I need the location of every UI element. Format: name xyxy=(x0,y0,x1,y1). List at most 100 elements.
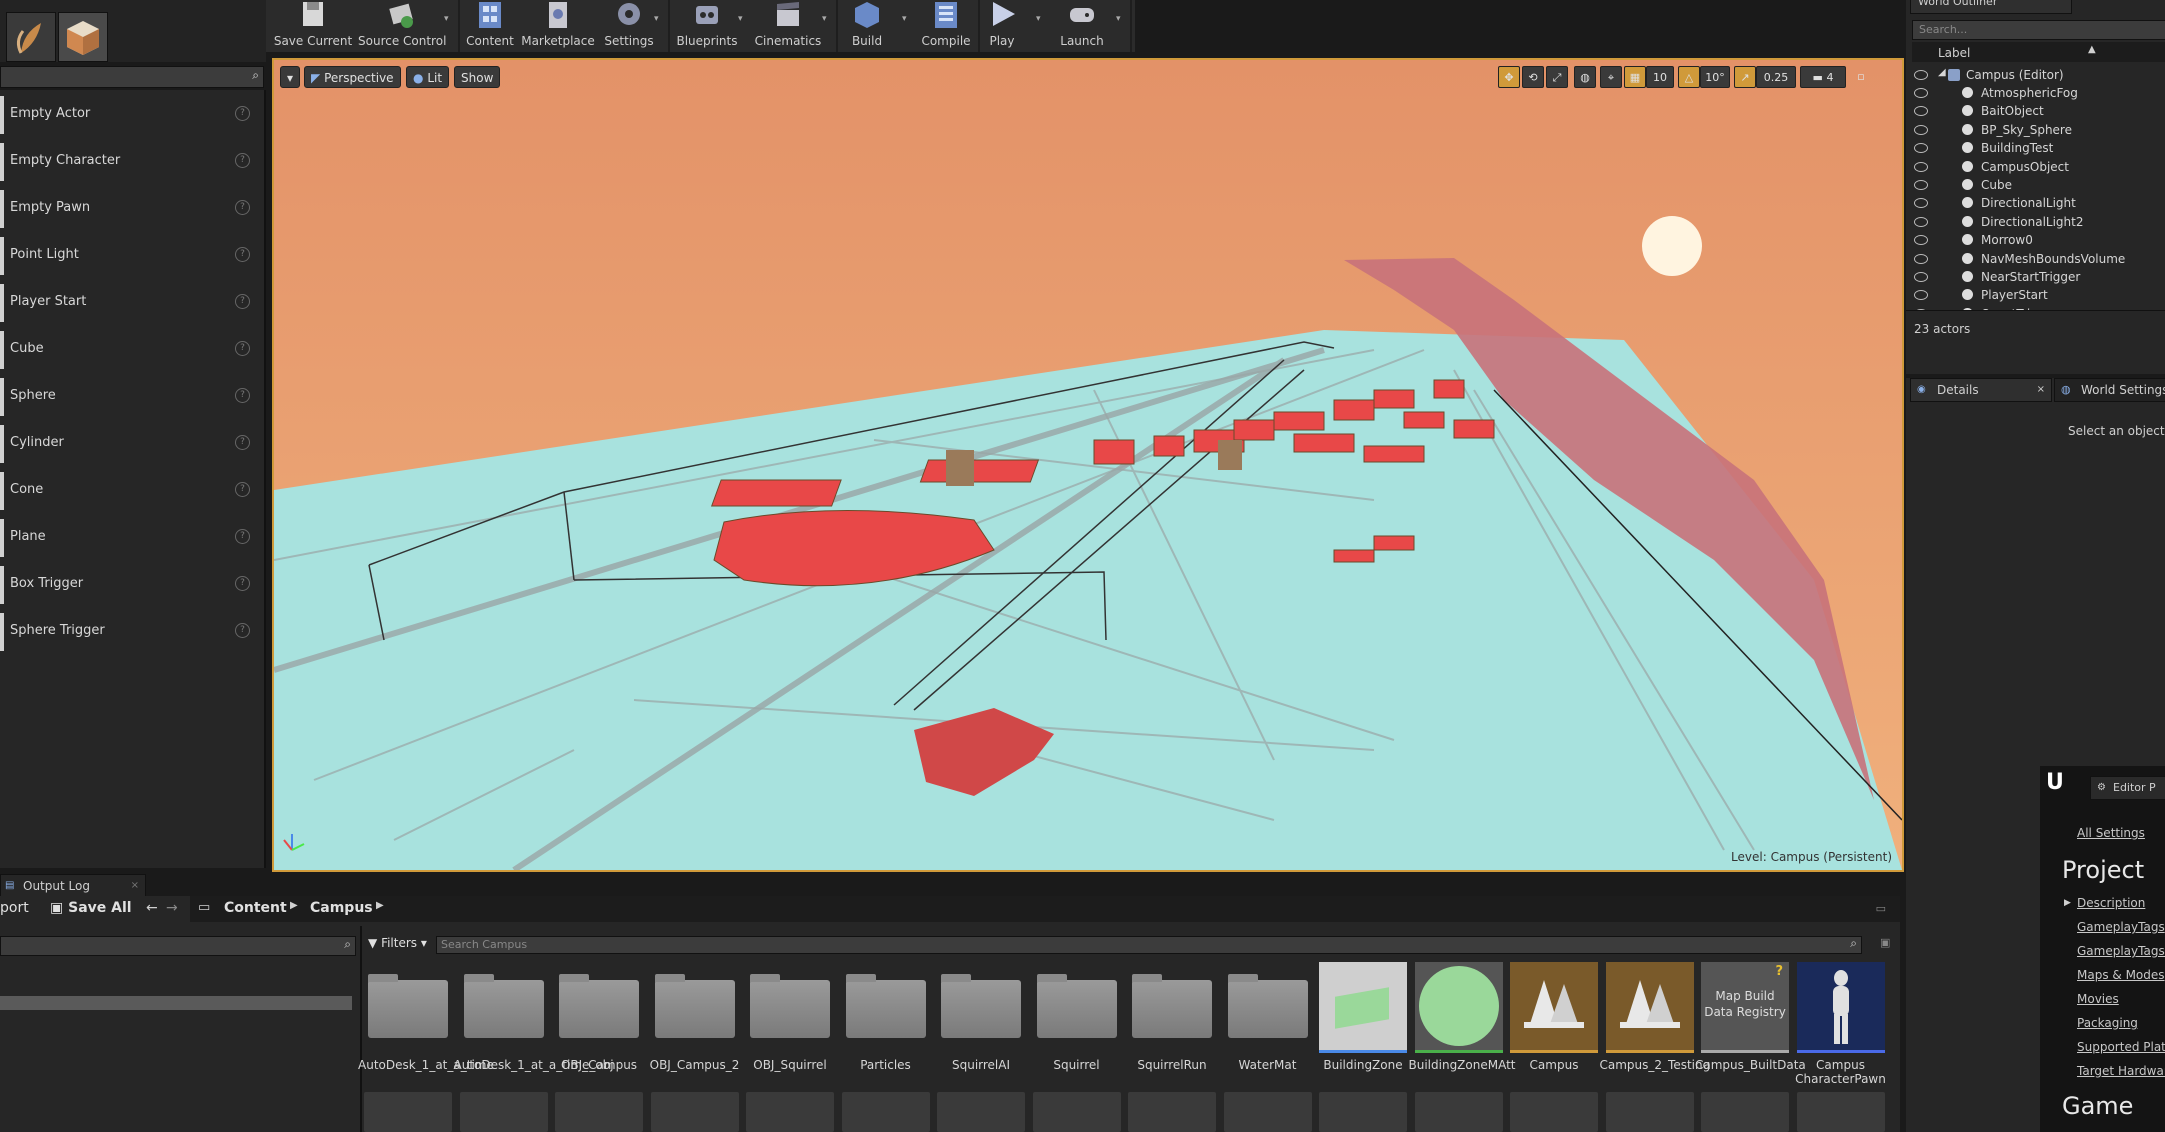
world-settings-tab[interactable]: ◍ World Settings xyxy=(2054,378,2165,402)
outliner-actor-row[interactable]: Cube xyxy=(1906,176,2165,194)
asset-tile[interactable] xyxy=(937,1092,1025,1132)
asset-tile[interactable] xyxy=(459,1092,548,1132)
all-settings-link[interactable]: All Settings xyxy=(2077,826,2145,840)
asset-tile[interactable] xyxy=(1510,1092,1598,1132)
project-settings-link[interactable]: Target Hardware xyxy=(2077,1064,2165,1078)
grid-snap-value[interactable]: 10 xyxy=(1646,66,1674,88)
project-settings-link[interactable]: Description xyxy=(2077,896,2145,910)
asset-tile[interactable] xyxy=(746,1092,834,1132)
help-icon[interactable]: ? xyxy=(235,435,250,450)
place-item[interactable]: Player Start? xyxy=(0,280,262,326)
visibility-eye-icon[interactable] xyxy=(1914,180,1928,190)
visibility-eye-icon[interactable] xyxy=(1914,216,1928,227)
project-settings-link[interactable]: Maps & Modes xyxy=(2077,968,2165,982)
cinematics-dropdown-icon[interactable]: ▾ xyxy=(822,14,832,24)
visibility-eye-icon[interactable] xyxy=(1914,124,1928,135)
outliner-actor-row[interactable]: NavMeshBoundsVolume xyxy=(1906,250,2165,268)
scale-snap-toggle[interactable]: ↗ xyxy=(1734,66,1756,88)
details-tab[interactable]: ◉ Details × xyxy=(1910,378,2052,402)
visibility-eye-icon[interactable] xyxy=(1914,235,1928,246)
asset-tile[interactable] xyxy=(364,1092,452,1132)
outliner-actor-row[interactable]: BuildingTest xyxy=(1906,139,2165,157)
content-button[interactable]: Content xyxy=(464,0,516,52)
project-settings-link[interactable]: Packaging xyxy=(2077,1016,2138,1030)
place-item[interactable]: Sphere Trigger? xyxy=(0,609,262,655)
help-icon[interactable]: ? xyxy=(235,576,250,591)
save-all-button[interactable]: ▣ Save All xyxy=(50,900,132,916)
help-icon[interactable]: ? xyxy=(235,200,250,215)
asset-tile[interactable] xyxy=(1032,1092,1121,1132)
geometry-mode-tab[interactable] xyxy=(58,12,108,62)
lit-button[interactable]: ● Lit xyxy=(406,66,450,88)
help-icon[interactable]: ? xyxy=(235,482,250,497)
output-log-tab[interactable]: ▤ Output Log × xyxy=(0,874,146,898)
save-current-button[interactable]: Save Current xyxy=(272,0,354,52)
asset-tile[interactable] xyxy=(1701,1092,1789,1132)
import-button[interactable]: port xyxy=(0,900,40,916)
perspective-button[interactable]: ◤ Perspective xyxy=(304,66,401,88)
close-icon[interactable]: × xyxy=(2037,379,2045,401)
cinematics-button[interactable]: Cinematics xyxy=(752,0,824,52)
help-icon[interactable]: ? xyxy=(235,294,250,309)
history-forward-button[interactable]: → xyxy=(166,900,178,916)
project-settings-link[interactable]: Supported Platfo xyxy=(2077,1040,2165,1054)
panel-splitter[interactable] xyxy=(360,926,362,1132)
expand-arrow-icon[interactable]: ▶ xyxy=(2064,898,2071,908)
visibility-eye-icon[interactable] xyxy=(1914,198,1928,209)
outliner-actor-row[interactable]: BaitObject xyxy=(1906,102,2165,120)
play-dropdown-icon[interactable]: ▾ xyxy=(1036,14,1046,24)
outliner-actor-row[interactable]: CampusObject xyxy=(1906,158,2165,176)
marketplace-button[interactable]: Marketplace xyxy=(520,0,596,52)
sources-folder-row[interactable] xyxy=(0,996,352,1010)
scale-snap-value[interactable]: 0.25 xyxy=(1756,66,1796,88)
world-outliner-tab[interactable]: World Outliner xyxy=(1910,0,2072,14)
build-dropdown-icon[interactable]: ▾ xyxy=(902,14,912,24)
source-control-dropdown-icon[interactable]: ▾ xyxy=(444,14,454,24)
help-icon[interactable]: ? xyxy=(235,106,250,121)
source-control-button[interactable]: Source Control xyxy=(358,0,446,52)
outliner-search-input[interactable]: Search... xyxy=(1912,20,2165,40)
camera-speed[interactable]: ▬ 4 xyxy=(1800,66,1846,88)
world-local-toggle[interactable]: ◍ xyxy=(1574,66,1596,88)
close-icon[interactable]: × xyxy=(131,875,139,897)
surface-snap-toggle[interactable]: ⌖ xyxy=(1600,66,1622,88)
place-item[interactable]: Empty Actor? xyxy=(0,92,262,138)
breadcrumb-campus[interactable]: Campus xyxy=(310,900,373,916)
show-button[interactable]: Show xyxy=(454,66,501,88)
blueprints-button[interactable]: Blueprints xyxy=(674,0,740,52)
outliner-actor-row[interactable]: DirectionalLight xyxy=(1906,194,2165,212)
breadcrumb-content[interactable]: Content xyxy=(224,900,287,916)
lock-icon[interactable]: ▭ xyxy=(1876,902,1886,915)
asset-tile[interactable] xyxy=(1128,1092,1216,1132)
visibility-eye-icon[interactable] xyxy=(1914,161,1928,172)
outliner-actor-row[interactable]: NearStartTrigger xyxy=(1906,268,2165,286)
help-icon[interactable]: ? xyxy=(235,623,250,638)
help-icon[interactable]: ? xyxy=(235,341,250,356)
outliner-actor-row[interactable]: Morrow0 xyxy=(1906,231,2165,249)
translate-tool[interactable]: ✥ xyxy=(1498,66,1520,88)
visibility-eye-icon[interactable] xyxy=(1914,70,1928,80)
outliner-actor-row[interactable]: BP_Sky_Sphere xyxy=(1906,121,2165,139)
place-item[interactable]: Cone? xyxy=(0,468,262,514)
filters-button[interactable]: ▼ Filters ▾ xyxy=(368,936,427,950)
place-item[interactable]: Box Trigger? xyxy=(0,562,262,608)
launch-dropdown-icon[interactable]: ▾ xyxy=(1116,14,1126,24)
asset-tile[interactable] xyxy=(841,1092,930,1132)
place-item[interactable]: Empty Character? xyxy=(0,139,262,185)
sources-search-input[interactable]: ⌕ xyxy=(0,936,356,956)
visibility-eye-icon[interactable] xyxy=(1914,253,1928,264)
asset-tile[interactable] xyxy=(1223,1092,1312,1132)
rotation-snap-value[interactable]: 10° xyxy=(1700,66,1730,88)
outliner-actor-row[interactable]: DirectionalLight2 xyxy=(1906,213,2165,231)
place-item[interactable]: Plane? xyxy=(0,515,262,561)
help-icon[interactable]: ? xyxy=(235,153,250,168)
visibility-eye-icon[interactable] xyxy=(1914,88,1928,98)
play-button[interactable]: Play xyxy=(982,0,1022,52)
project-settings-link[interactable]: GameplayTags D xyxy=(2077,944,2165,958)
compile-button[interactable]: Compile xyxy=(918,0,974,52)
rotate-tool[interactable]: ⟲ xyxy=(1522,66,1544,88)
help-icon[interactable]: ? xyxy=(235,247,250,262)
place-item[interactable]: Point Light? xyxy=(0,233,262,279)
project-settings-link[interactable]: GameplayTags xyxy=(2077,920,2165,934)
asset-tile[interactable] xyxy=(1605,1092,1694,1132)
